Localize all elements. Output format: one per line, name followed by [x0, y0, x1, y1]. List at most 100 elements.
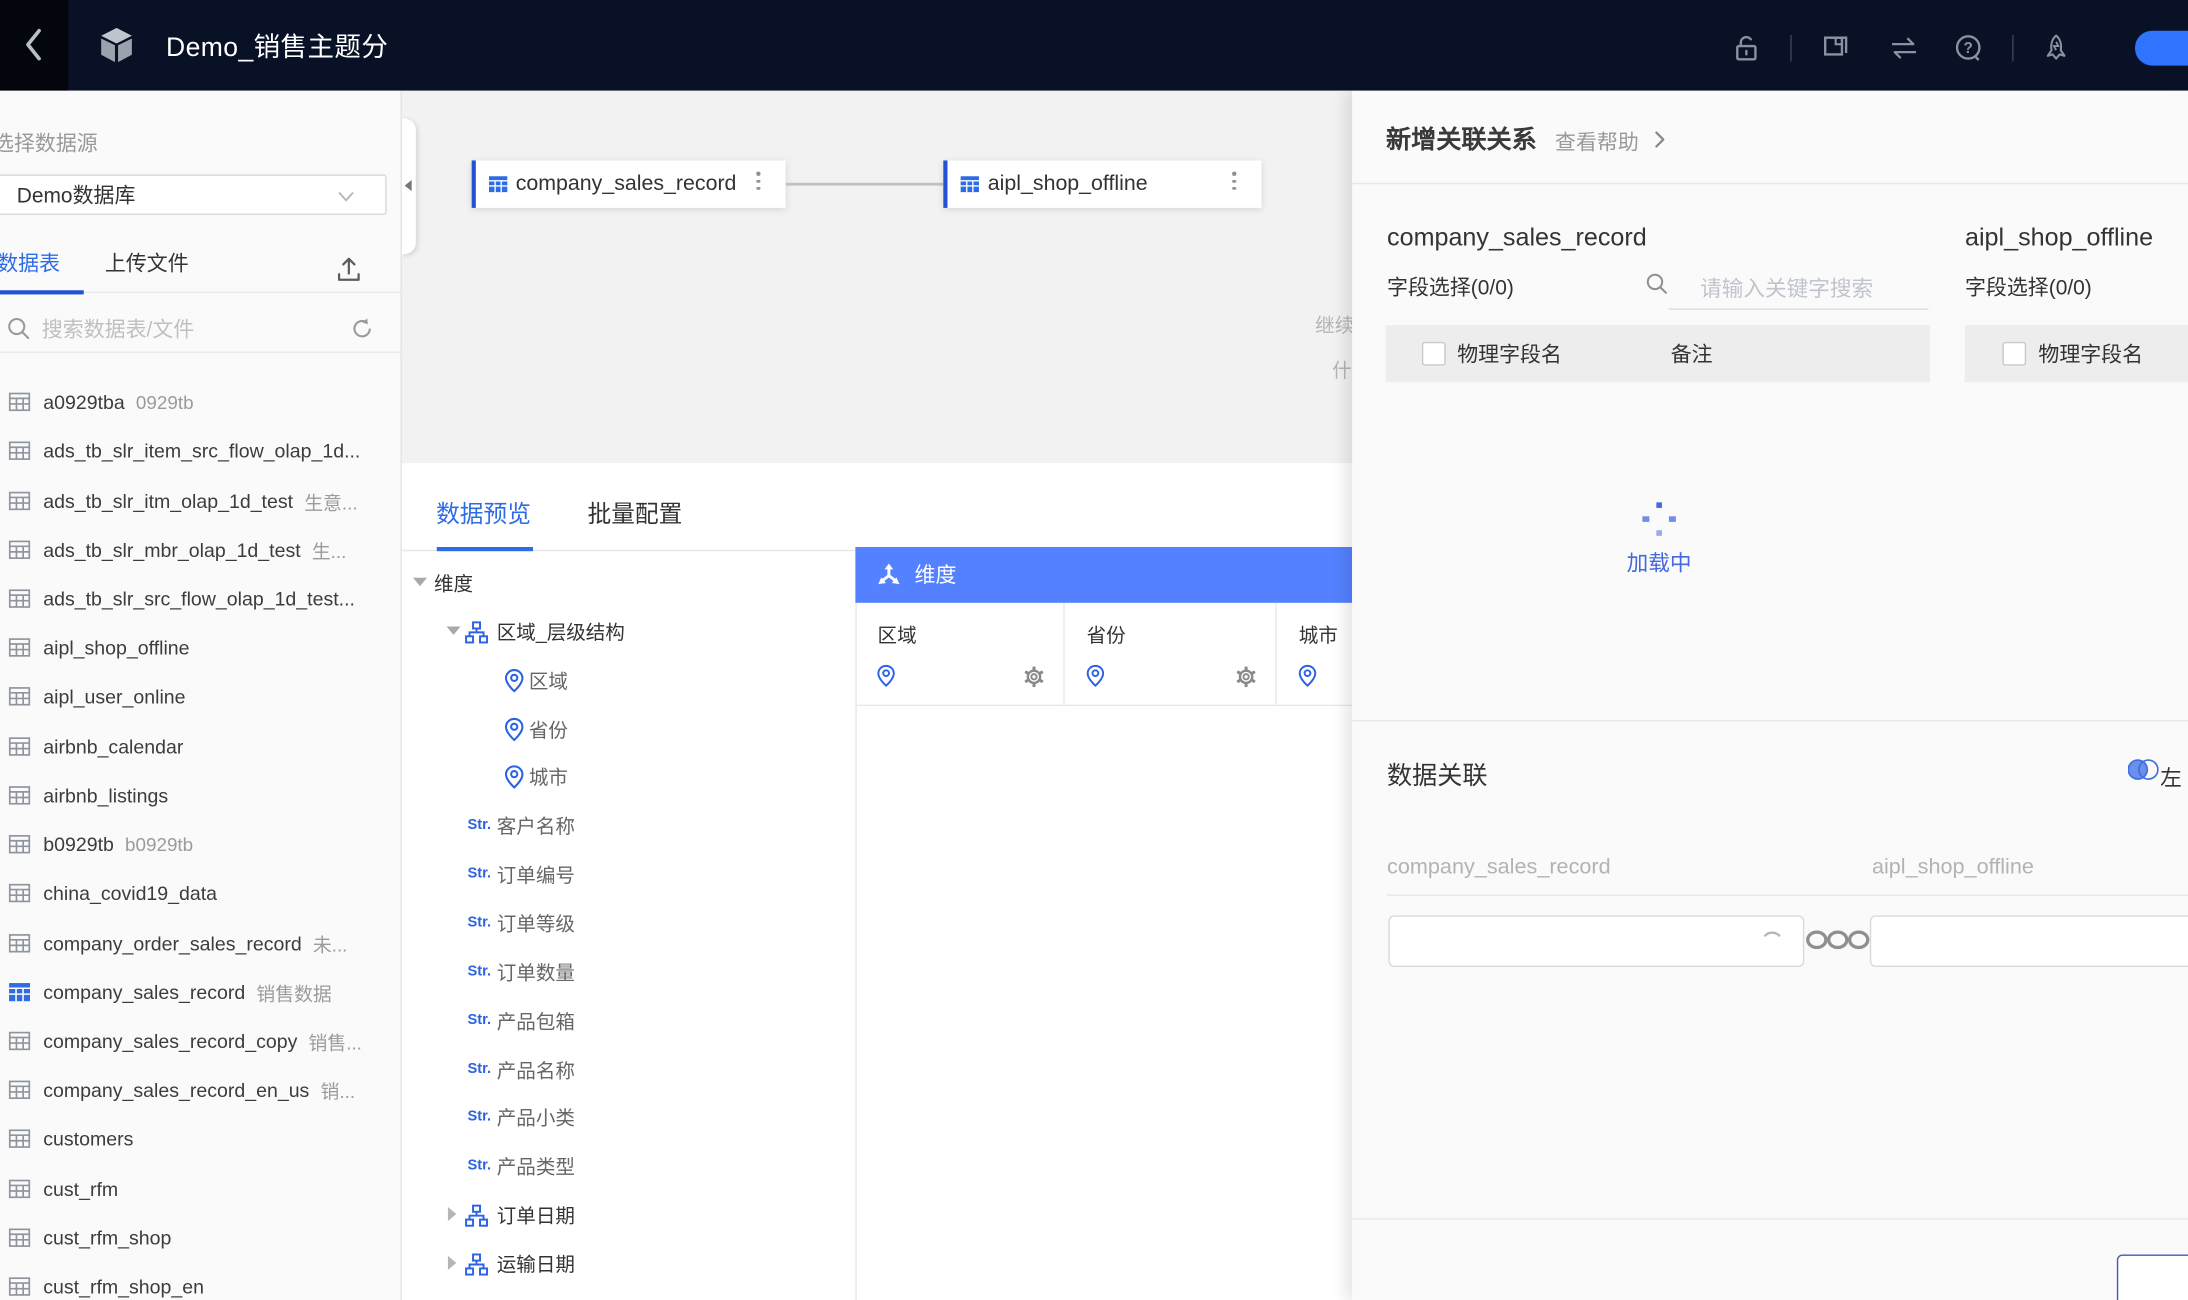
node-menu-icon[interactable]: [756, 172, 760, 190]
caret-right-icon[interactable]: [448, 1207, 456, 1221]
refresh-icon[interactable]: [350, 316, 374, 340]
table-name: ads_tb_slr_src_flow_olap_1d_test...: [43, 587, 355, 609]
tab-data-preview[interactable]: 数据预览: [436, 493, 531, 528]
rocket-icon[interactable]: [2041, 33, 2070, 62]
preview-panel: 数据预览 批量配置 维度区域_层级结构区域省份城市Str.客户名称Str.订单编…: [402, 463, 1352, 1300]
node-menu-icon[interactable]: [1233, 172, 1237, 190]
table-list-item[interactable]: company_sales_record_en_us 销...: [0, 1065, 402, 1114]
divider: [1352, 720, 2188, 721]
table-list-item[interactable]: aipl_shop_offline: [0, 623, 402, 672]
select-all-checkbox[interactable]: [1422, 342, 1446, 366]
column-name: 区域: [878, 620, 917, 648]
canvas-node-company-sales-record[interactable]: company_sales_record: [471, 161, 785, 208]
table-list-item[interactable]: ads_tb_slr_item_src_flow_olap_1d...: [0, 427, 402, 476]
drawer-title: 新增关联关系: [1386, 119, 1537, 155]
lock-icon[interactable]: [1732, 33, 1761, 62]
table-list-item[interactable]: cust_rfm: [0, 1164, 402, 1213]
caret-down-icon[interactable]: [447, 626, 461, 634]
table-icon: [8, 637, 30, 659]
table-list-item[interactable]: aipl_user_online: [0, 672, 402, 721]
tree-item-hier-closed[interactable]: 订单日期: [402, 1192, 856, 1241]
tree-item-hier-closed[interactable]: 运输日期: [402, 1241, 856, 1290]
tree-item-str[interactable]: Str.产品小类: [402, 1095, 856, 1144]
copy-icon[interactable]: [1821, 33, 1850, 62]
tab-data-tables[interactable]: 数据表: [0, 249, 60, 280]
collapse-sidebar-handle[interactable]: [402, 118, 415, 253]
topbar: Demo_销售主题分 ?: [0, 0, 2188, 90]
string-type-icon: Str.: [467, 865, 491, 882]
tab-upload-file[interactable]: 上传文件: [105, 249, 189, 280]
svg-text:?: ?: [1964, 40, 1973, 57]
datasource-select[interactable]: Demo数据库: [0, 174, 387, 215]
canvas-node-aipl-shop-offline[interactable]: aipl_shop_offline: [943, 161, 1261, 208]
caret-down-icon[interactable]: [413, 578, 427, 586]
table-name: company_sales_record_en_us: [43, 1079, 309, 1101]
table-list-item[interactable]: airbnb_calendar: [0, 721, 402, 770]
upload-icon[interactable]: [336, 255, 361, 283]
geo-pin-icon: [1297, 664, 1319, 688]
gear-icon[interactable]: [1023, 665, 1045, 687]
tree-item-root[interactable]: 维度: [402, 560, 856, 609]
gear-icon[interactable]: [1235, 665, 1257, 687]
tree-item-str[interactable]: Str.产品包箱: [402, 997, 856, 1046]
tree-item-str[interactable]: Str.产品类型: [402, 1143, 856, 1192]
loading-text: 加载中: [1573, 546, 1746, 577]
table-list-item[interactable]: b0929tbb0929tb: [0, 820, 402, 869]
table-name: b0929tb: [43, 833, 114, 855]
join-type-venn-icon[interactable]: [2128, 757, 2159, 781]
tree-item-str[interactable]: Str.客户名称: [402, 803, 856, 852]
tree-item-hier-open[interactable]: 区域_层级结构: [402, 608, 856, 657]
back-chevron-icon: [23, 27, 45, 63]
relation-field-select-right[interactable]: [1870, 915, 2188, 967]
drawer-footer-button[interactable]: [2116, 1254, 2188, 1300]
chevron-right-icon: [1653, 130, 1666, 150]
table-list-item[interactable]: company_sales_record_copy销售...: [0, 1016, 402, 1065]
table-list-item[interactable]: cust_rfm_shop: [0, 1213, 402, 1262]
help-icon[interactable]: ?: [1954, 33, 1983, 62]
chain-link-icon: [1806, 927, 1870, 951]
table-list-item[interactable]: company_sales_record销售数据: [0, 967, 402, 1016]
field-search-placeholder[interactable]: 请输入关键字搜索: [1700, 272, 1873, 303]
preview-column-1: 区域: [856, 602, 1065, 704]
tree-item-str[interactable]: Str.订单数量: [402, 949, 856, 998]
tree-item-pin[interactable]: 区域: [402, 657, 856, 706]
table-icon: [8, 440, 30, 462]
relation-field-select-left[interactable]: [1389, 915, 1805, 967]
caret-right-icon[interactable]: [448, 1256, 456, 1270]
preview-column-2: 省份: [1065, 602, 1277, 704]
field-select-label-right: 字段选择(0/0): [1965, 271, 2092, 300]
field-select-label-left: 字段选择(0/0): [1387, 271, 1514, 300]
table-list-item[interactable]: ads_tb_slr_src_flow_olap_1d_test...: [0, 574, 402, 623]
tree-item-str[interactable]: Str.产品名称: [402, 1046, 856, 1095]
table-list-item[interactable]: ads_tb_slr_mbr_olap_1d_test生...: [0, 525, 402, 574]
tree-item-str[interactable]: Str.订单编号: [402, 851, 856, 900]
table-name: ads_tb_slr_mbr_olap_1d_test: [43, 538, 300, 560]
table-list-item[interactable]: airbnb_listings: [0, 771, 402, 820]
table-list-item[interactable]: china_covid19_data: [0, 869, 402, 918]
quickbi-dataset-editor: Demo_销售主题分 ? 选择数据源 D: [0, 0, 2188, 1300]
table-list-item[interactable]: a0929tba0929tb: [0, 377, 402, 426]
table-search-input[interactable]: 搜索数据表/文件: [0, 306, 402, 351]
table-list-item[interactable]: company_order_sales_record未...: [0, 918, 402, 967]
column-header-physical-name: 物理字段名: [2038, 339, 2143, 368]
table-alias: 销...: [321, 1076, 356, 1104]
tree-item-pin[interactable]: 城市: [402, 754, 856, 803]
table-list-item[interactable]: ads_tb_slr_itm_olap_1d_test生意...: [0, 476, 402, 525]
table-list-item[interactable]: customers: [0, 1115, 402, 1164]
table-alias: 生意...: [304, 486, 357, 514]
swap-icon[interactable]: [1889, 33, 1918, 62]
topbar-separator: [1790, 35, 1791, 62]
geo-pin-icon: [1084, 664, 1106, 688]
tab-batch-config[interactable]: 批量配置: [587, 493, 682, 528]
tree-item-str[interactable]: Str.订单等级: [402, 900, 856, 949]
field-search-underline: [1668, 308, 1928, 309]
geo-pin-icon: [502, 765, 526, 790]
table-list-item[interactable]: cust_rfm_shop_en: [0, 1262, 402, 1300]
help-link[interactable]: 查看帮助: [1555, 126, 1639, 155]
select-all-checkbox[interactable]: [2002, 342, 2026, 366]
back-button[interactable]: [0, 0, 68, 90]
primary-action-button[interactable]: [2135, 31, 2188, 65]
table-name: ads_tb_slr_item_src_flow_olap_1d...: [43, 440, 360, 462]
tree-item-pin[interactable]: 省份: [402, 705, 856, 754]
loading-spinner: [1638, 500, 1680, 542]
